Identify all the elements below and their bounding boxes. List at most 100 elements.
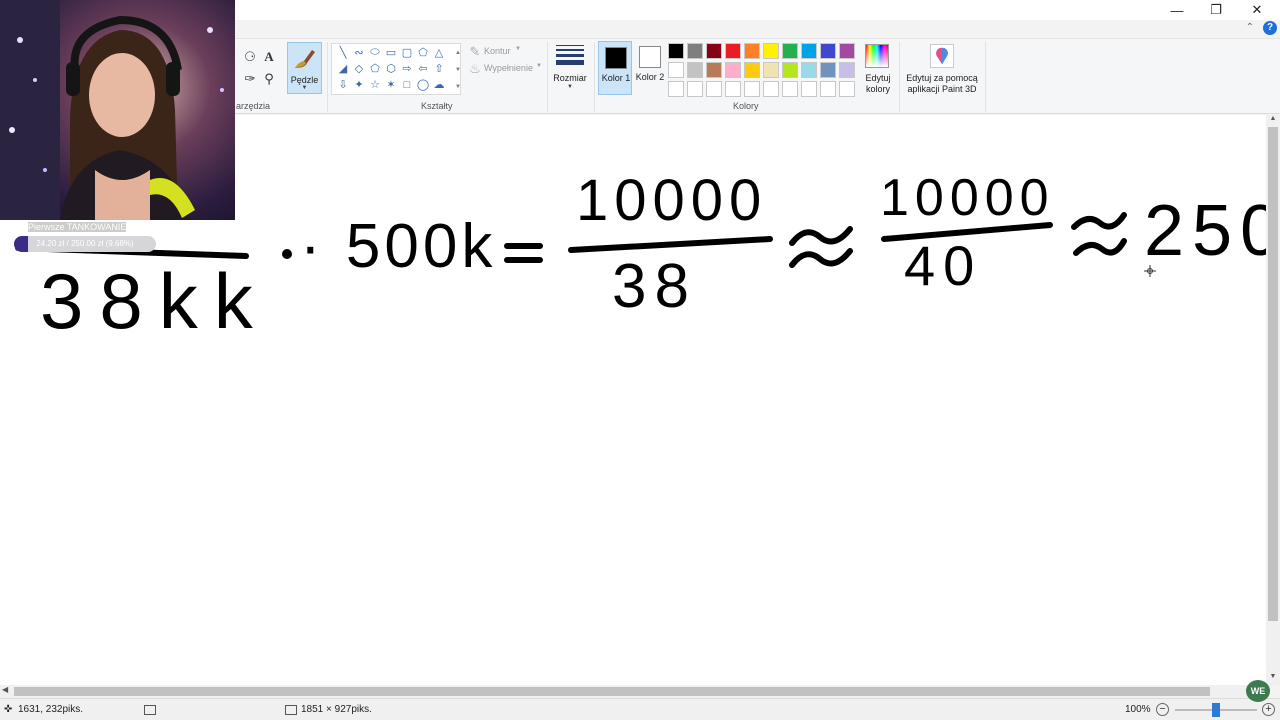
collapse-ribbon-icon[interactable]: ⌃: [1246, 22, 1254, 33]
zoom-out-button[interactable]: −: [1156, 703, 1169, 716]
callout-shape-icon[interactable]: □: [399, 77, 415, 92]
diamond-shape-icon[interactable]: ◇: [351, 61, 367, 76]
color2-label: Kolor 2: [635, 72, 665, 82]
right-triangle-shape-icon[interactable]: ◢: [335, 61, 351, 76]
palette-swatch[interactable]: [763, 62, 779, 78]
color1-swatch: [605, 47, 627, 69]
left-arrow-shape-icon[interactable]: ⇦: [415, 61, 431, 76]
palette-swatch[interactable]: [744, 62, 760, 78]
divider: [327, 42, 328, 112]
outline-label[interactable]: Kontur: [484, 46, 511, 56]
canvas-size-icon: [285, 705, 297, 715]
scroll-left-icon[interactable]: ◀: [2, 685, 8, 694]
gallery-expand-icon[interactable]: ▼: [455, 84, 461, 90]
palette-swatch[interactable]: [687, 43, 703, 59]
chevron-down-icon: ▼: [567, 84, 573, 90]
palette-swatch[interactable]: [687, 81, 703, 97]
horizontal-scroll-thumb[interactable]: [14, 687, 1210, 696]
palette-swatch[interactable]: [839, 81, 855, 97]
palette-swatch[interactable]: [839, 43, 855, 59]
palette-swatch[interactable]: [725, 62, 741, 78]
close-icon: ✕: [1251, 2, 1263, 17]
palette-swatch[interactable]: [763, 81, 779, 97]
right-arrow-shape-icon[interactable]: ⇨: [399, 61, 415, 76]
zoom-in-button[interactable]: +: [1262, 703, 1275, 716]
palette-swatch[interactable]: [668, 43, 684, 59]
palette-swatch[interactable]: [801, 43, 817, 59]
paint3d-button[interactable]: Edytuj za pomocą aplikacji Paint 3D: [902, 43, 982, 97]
palette-swatch[interactable]: [763, 43, 779, 59]
canvas-size-text: 1851 × 927piks.: [301, 704, 372, 715]
scroll-up-icon[interactable]: ▲: [1266, 115, 1280, 125]
magnifier-icon[interactable]: ⚲: [261, 71, 277, 87]
fill-label[interactable]: Wypełnienie: [484, 63, 533, 73]
five-point-star-shape-icon[interactable]: ☆: [367, 77, 383, 92]
palette-swatch[interactable]: [725, 43, 741, 59]
line-shape-icon[interactable]: ╲: [335, 45, 351, 60]
color2-button[interactable]: Kolor 2: [633, 41, 667, 95]
palette-swatch[interactable]: [820, 62, 836, 78]
vertical-scrollbar[interactable]: ▲ ▼: [1266, 115, 1280, 685]
palette-swatch[interactable]: [820, 43, 836, 59]
palette-swatch[interactable]: [820, 81, 836, 97]
color-picker-icon[interactable]: ✑: [242, 71, 258, 87]
scroll-down-icon[interactable]: ▼: [455, 67, 461, 73]
palette-swatch[interactable]: [725, 81, 741, 97]
hexagon-shape-icon[interactable]: ⬡: [383, 61, 399, 76]
oval-shape-icon[interactable]: ⬭: [367, 45, 383, 60]
restore-button[interactable]: ❐: [1196, 0, 1236, 20]
six-point-star-shape-icon[interactable]: ✶: [383, 77, 399, 92]
oval-callout-shape-icon[interactable]: ◯: [415, 77, 431, 92]
tools-group-label: arzędzia: [236, 101, 271, 111]
four-point-star-shape-icon[interactable]: ✦: [351, 77, 367, 92]
palette-swatch[interactable]: [744, 81, 760, 97]
palette-swatch[interactable]: [706, 43, 722, 59]
minimize-button[interactable]: —: [1157, 0, 1197, 20]
color1-button[interactable]: Kolor 1: [598, 41, 632, 95]
palette-swatch[interactable]: [668, 62, 684, 78]
chevron-down-icon: ▼: [301, 85, 308, 91]
triangle-shape-icon[interactable]: △: [431, 45, 447, 60]
down-arrow-shape-icon[interactable]: ⇩: [335, 77, 351, 92]
selection-size-icon: [144, 705, 156, 715]
palette-swatch[interactable]: [782, 62, 798, 78]
rectangle-shape-icon[interactable]: ▭: [383, 45, 399, 60]
palette-swatch[interactable]: [801, 81, 817, 97]
curve-shape-icon[interactable]: ∾: [351, 45, 367, 60]
palette-swatch[interactable]: [668, 81, 684, 97]
size-label: Rozmiar: [553, 73, 587, 83]
palette-swatch[interactable]: [744, 43, 760, 59]
rounded-rectangle-shape-icon[interactable]: ▢: [399, 45, 415, 60]
palette-swatch[interactable]: [801, 62, 817, 78]
multiply-dot: [282, 249, 292, 259]
palette-swatch[interactable]: [706, 81, 722, 97]
edit-colors-button[interactable]: Edytuj kolory: [860, 43, 896, 97]
edit-colors-label: Edytuj kolory: [865, 73, 891, 94]
fill-bucket-icon[interactable]: ⚆: [242, 49, 258, 65]
cloud-callout-shape-icon[interactable]: ☁: [431, 77, 447, 92]
up-arrow-shape-icon[interactable]: ⇧: [431, 61, 447, 76]
close-button[interactable]: ✕: [1237, 0, 1277, 20]
palette-swatch[interactable]: [782, 43, 798, 59]
scroll-down-icon[interactable]: ▼: [1266, 673, 1280, 683]
palette-swatch[interactable]: [839, 62, 855, 78]
fill-icon: ♨: [469, 61, 481, 76]
rainbow-color-icon: [865, 44, 889, 68]
scroll-up-icon[interactable]: ▲: [455, 50, 461, 56]
vertical-scroll-thumb[interactable]: [1268, 127, 1278, 621]
shapes-gallery[interactable]: ╲ ∾ ⬭ ▭ ▢ ⬠ △ ◢ ◇ ⬠ ⬡ ⇨ ⇦ ⇧ ⇩ ✦ ☆ ✶ □ ◯ …: [331, 43, 461, 95]
help-icon[interactable]: ?: [1263, 21, 1277, 35]
divider: [594, 42, 595, 112]
pentagon-shape-icon[interactable]: ⬠: [367, 61, 383, 76]
brushes-button[interactable]: Pędzle ▼: [287, 42, 322, 94]
size-button[interactable]: Rozmiar ▼: [551, 43, 589, 97]
horizontal-scrollbar[interactable]: ◀: [0, 685, 1266, 698]
palette-swatch[interactable]: [687, 62, 703, 78]
zoom-slider-thumb[interactable]: [1212, 703, 1220, 717]
polygon-shape-icon[interactable]: ⬠: [415, 45, 431, 60]
text-tool-icon[interactable]: A: [261, 49, 277, 65]
palette-swatch[interactable]: [706, 62, 722, 78]
palette-swatch[interactable]: [782, 81, 798, 97]
gallery-scroll[interactable]: ▲ ▼ ▼: [454, 44, 462, 96]
paint3d-icon: [930, 44, 954, 68]
